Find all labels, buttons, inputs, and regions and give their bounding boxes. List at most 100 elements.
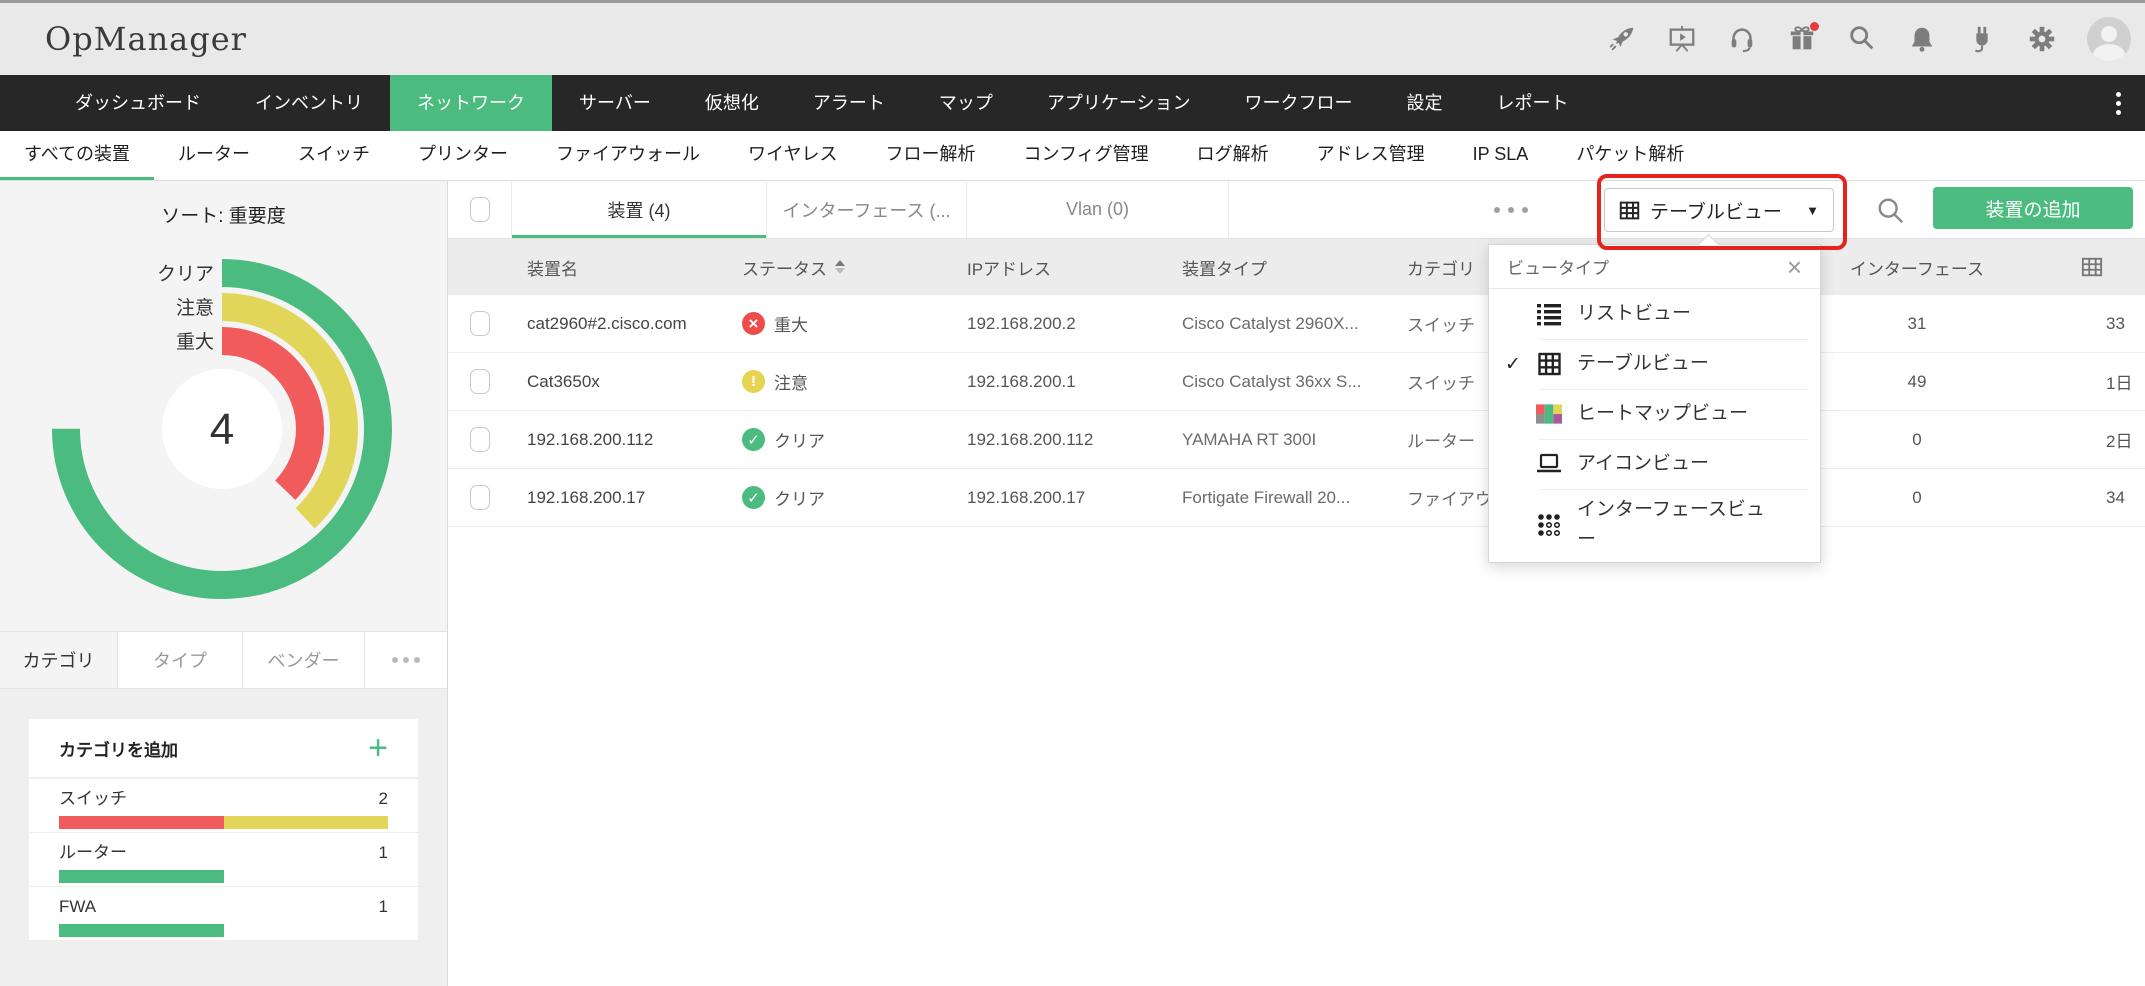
- support-headset-icon[interactable]: [1727, 24, 1757, 54]
- heatmap-view-icon: [1535, 404, 1563, 424]
- row-checkbox[interactable]: [470, 427, 490, 452]
- table-view-icon: [1535, 352, 1563, 376]
- facet-tab-more-icon[interactable]: [365, 632, 447, 688]
- table-view-icon: [1619, 200, 1640, 221]
- sort-icon[interactable]: [835, 260, 845, 274]
- toolbar-more-icon[interactable]: [1494, 207, 1528, 213]
- row-checkbox[interactable]: [470, 369, 490, 394]
- plugin-icon[interactable]: [1967, 24, 1997, 54]
- nav-overflow-icon[interactable]: [2116, 75, 2121, 131]
- device-name[interactable]: Cat3650x: [512, 353, 727, 410]
- main-panel: 装置 (4) インターフェース (... Vlan (0) テーブルビュー ▼ …: [448, 181, 2145, 986]
- table-row[interactable]: 192.168.200.17 ✓クリア 192.168.200.17 Forti…: [448, 469, 2145, 527]
- main-nav: ダッシュボード インベントリ ネットワーク サーバー 仮想化 アラート マップ …: [0, 75, 2145, 131]
- list-search-icon[interactable]: [1873, 193, 1909, 229]
- status-label: クリア: [774, 485, 825, 510]
- interface-count[interactable]: 49: [1832, 353, 2002, 410]
- add-device-button[interactable]: 装置の追加: [1933, 187, 2133, 229]
- view-type-menu: ビュータイプ × リストビュー ✓ テーブルビュー: [1488, 244, 1821, 563]
- device-name[interactable]: cat2960#2.cisco.com: [512, 295, 727, 352]
- nav-virtualization[interactable]: 仮想化: [678, 75, 786, 131]
- nav-server[interactable]: サーバー: [552, 75, 678, 131]
- interface-view-icon: [1535, 513, 1563, 537]
- gear-icon[interactable]: [2027, 24, 2057, 54]
- view-type-label: テーブルビュー: [1650, 197, 1782, 224]
- nav-settings[interactable]: 設定: [1379, 75, 1469, 131]
- menu-item-table-view[interactable]: ✓ テーブルビュー: [1489, 339, 1820, 389]
- col-header-ip[interactable]: IPアドレス: [952, 239, 1167, 295]
- user-avatar[interactable]: [2087, 17, 2131, 61]
- subnav-firewalls[interactable]: ファイアウォール: [532, 131, 724, 180]
- category-bar: [59, 924, 388, 937]
- menu-item-icon-view[interactable]: アイコンビュー: [1489, 439, 1820, 489]
- subnav-switches[interactable]: スイッチ: [274, 131, 394, 180]
- category-bar: [59, 870, 388, 883]
- nav-maps[interactable]: マップ: [912, 75, 1020, 131]
- interface-count[interactable]: 0: [1832, 411, 2002, 468]
- nav-applications[interactable]: アプリケーション: [1020, 75, 1218, 131]
- table-row[interactable]: Cat3650x !注意 192.168.200.1 Cisco Catalys…: [448, 353, 2145, 411]
- subnav-all-devices[interactable]: すべての装置: [0, 131, 154, 180]
- view-type-button[interactable]: テーブルビュー ▼: [1604, 188, 1834, 232]
- tab-devices[interactable]: 装置 (4): [512, 181, 767, 238]
- subnav-ip-sla[interactable]: IP SLA: [1449, 131, 1553, 180]
- search-icon[interactable]: [1847, 24, 1877, 54]
- subnav-packet-analysis[interactable]: パケット解析: [1552, 131, 1708, 180]
- header-icon-bar: [1607, 3, 2131, 75]
- tab-interfaces[interactable]: インターフェース (...: [767, 181, 967, 238]
- category-count: 2: [379, 787, 388, 811]
- device-name[interactable]: 192.168.200.17: [512, 469, 727, 526]
- check-icon: ✓: [1505, 353, 1535, 376]
- uptime-value: 33: [2002, 295, 2145, 352]
- menu-item-heatmap-view[interactable]: ヒートマップビュー: [1489, 389, 1820, 439]
- row-checkbox[interactable]: [470, 311, 490, 336]
- device-type: Fortigate Firewall 20...: [1167, 469, 1392, 526]
- subnav-printers[interactable]: プリンター: [394, 131, 532, 180]
- facet-tab-vendor[interactable]: ベンダー: [243, 632, 365, 688]
- close-icon[interactable]: ×: [1787, 254, 1802, 280]
- subnav-config-management[interactable]: コンフィグ管理: [1000, 131, 1173, 180]
- category-item-fwa[interactable]: FWA 1: [29, 887, 418, 941]
- col-header-type[interactable]: 装置タイプ: [1167, 239, 1392, 295]
- nav-dashboard[interactable]: ダッシュボード: [48, 75, 228, 131]
- select-all-checkbox[interactable]: [470, 197, 490, 222]
- column-chooser-icon[interactable]: [2081, 256, 2103, 283]
- facet-tab-category[interactable]: カテゴリ: [0, 632, 118, 688]
- tab-vlan[interactable]: Vlan (0): [967, 181, 1229, 238]
- row-checkbox[interactable]: [470, 485, 490, 510]
- subnav-routers[interactable]: ルーター: [154, 131, 274, 180]
- subnav-wireless[interactable]: ワイヤレス: [724, 131, 861, 180]
- menu-item-list-view[interactable]: リストビュー: [1489, 289, 1820, 339]
- interface-count[interactable]: 31: [1832, 295, 2002, 352]
- nav-inventory[interactable]: インベントリ: [228, 75, 390, 131]
- col-header-name[interactable]: 装置名: [512, 239, 727, 295]
- category-item-switch[interactable]: スイッチ 2: [29, 779, 418, 833]
- status-label: クリア: [774, 427, 825, 452]
- table-row[interactable]: cat2960#2.cisco.com ×重大 192.168.200.2 Ci…: [448, 295, 2145, 353]
- nav-workflow[interactable]: ワークフロー: [1217, 75, 1379, 131]
- device-name[interactable]: 192.168.200.112: [512, 411, 727, 468]
- add-category-plus-icon[interactable]: +: [368, 735, 388, 761]
- table-row[interactable]: 192.168.200.112 ✓クリア 192.168.200.112 YAM…: [448, 411, 2145, 469]
- col-header-interfaces[interactable]: インターフェース: [1832, 239, 2002, 295]
- interface-count[interactable]: 0: [1832, 469, 2002, 526]
- nav-alerts[interactable]: アラート: [786, 75, 912, 131]
- device-type: Cisco Catalyst 36xx S...: [1167, 353, 1392, 410]
- view-menu-title: ビュータイプ: [1507, 254, 1609, 279]
- training-video-icon[interactable]: [1667, 24, 1697, 54]
- subnav-address-management[interactable]: アドレス管理: [1293, 131, 1449, 180]
- category-item-router[interactable]: ルーター 1: [29, 833, 418, 887]
- status-label: 注意: [774, 369, 808, 394]
- nav-reports[interactable]: レポート: [1469, 75, 1595, 131]
- rocket-icon[interactable]: [1607, 24, 1637, 54]
- avatar-body: [2093, 44, 2125, 61]
- gift-icon[interactable]: [1787, 24, 1817, 54]
- nav-network[interactable]: ネットワーク: [390, 75, 552, 131]
- icon-view-icon: [1535, 453, 1563, 475]
- facet-tab-type[interactable]: タイプ: [118, 632, 243, 688]
- subnav-log-analysis[interactable]: ログ解析: [1173, 131, 1293, 180]
- subnav-flow-analysis[interactable]: フロー解析: [862, 131, 1000, 180]
- bell-icon[interactable]: [1907, 24, 1937, 54]
- col-header-status[interactable]: ステータス: [727, 239, 952, 295]
- menu-item-interface-view[interactable]: インターフェースビュー: [1489, 489, 1820, 562]
